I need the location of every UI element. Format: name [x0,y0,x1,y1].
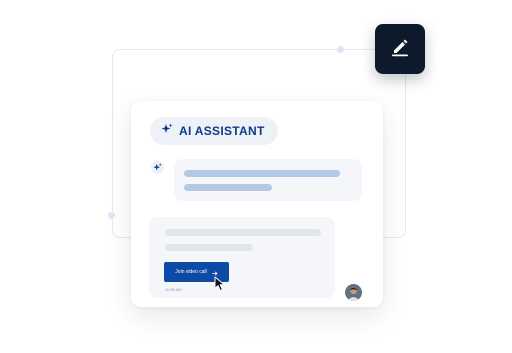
edit-badge[interactable] [375,24,425,74]
pencil-icon [389,36,411,63]
assistant-message-bubble [174,159,362,201]
message-timestamp: 11:55 AM [165,287,182,292]
frame-connector-dot [337,46,344,53]
join-button-label: Join video call [175,269,207,275]
user-message-bubble: Join video call 11:55 AM [149,217,335,298]
text-placeholder-line [165,244,253,251]
frame-connector-dot [108,212,115,219]
ai-assistant-header: AI ASSISTANT [150,117,278,145]
mouse-cursor-icon [214,276,228,297]
text-placeholder-line [165,229,321,236]
assistant-title: AI ASSISTANT [179,124,265,138]
sparkle-icon [161,122,173,140]
avatar [345,284,362,301]
assistant-avatar [151,161,164,174]
chat-card: AI ASSISTANT Join video call 11:55 AM [131,101,383,307]
sparkle-icon [153,159,162,177]
text-placeholder-line [184,170,340,177]
text-placeholder-line [184,184,272,191]
